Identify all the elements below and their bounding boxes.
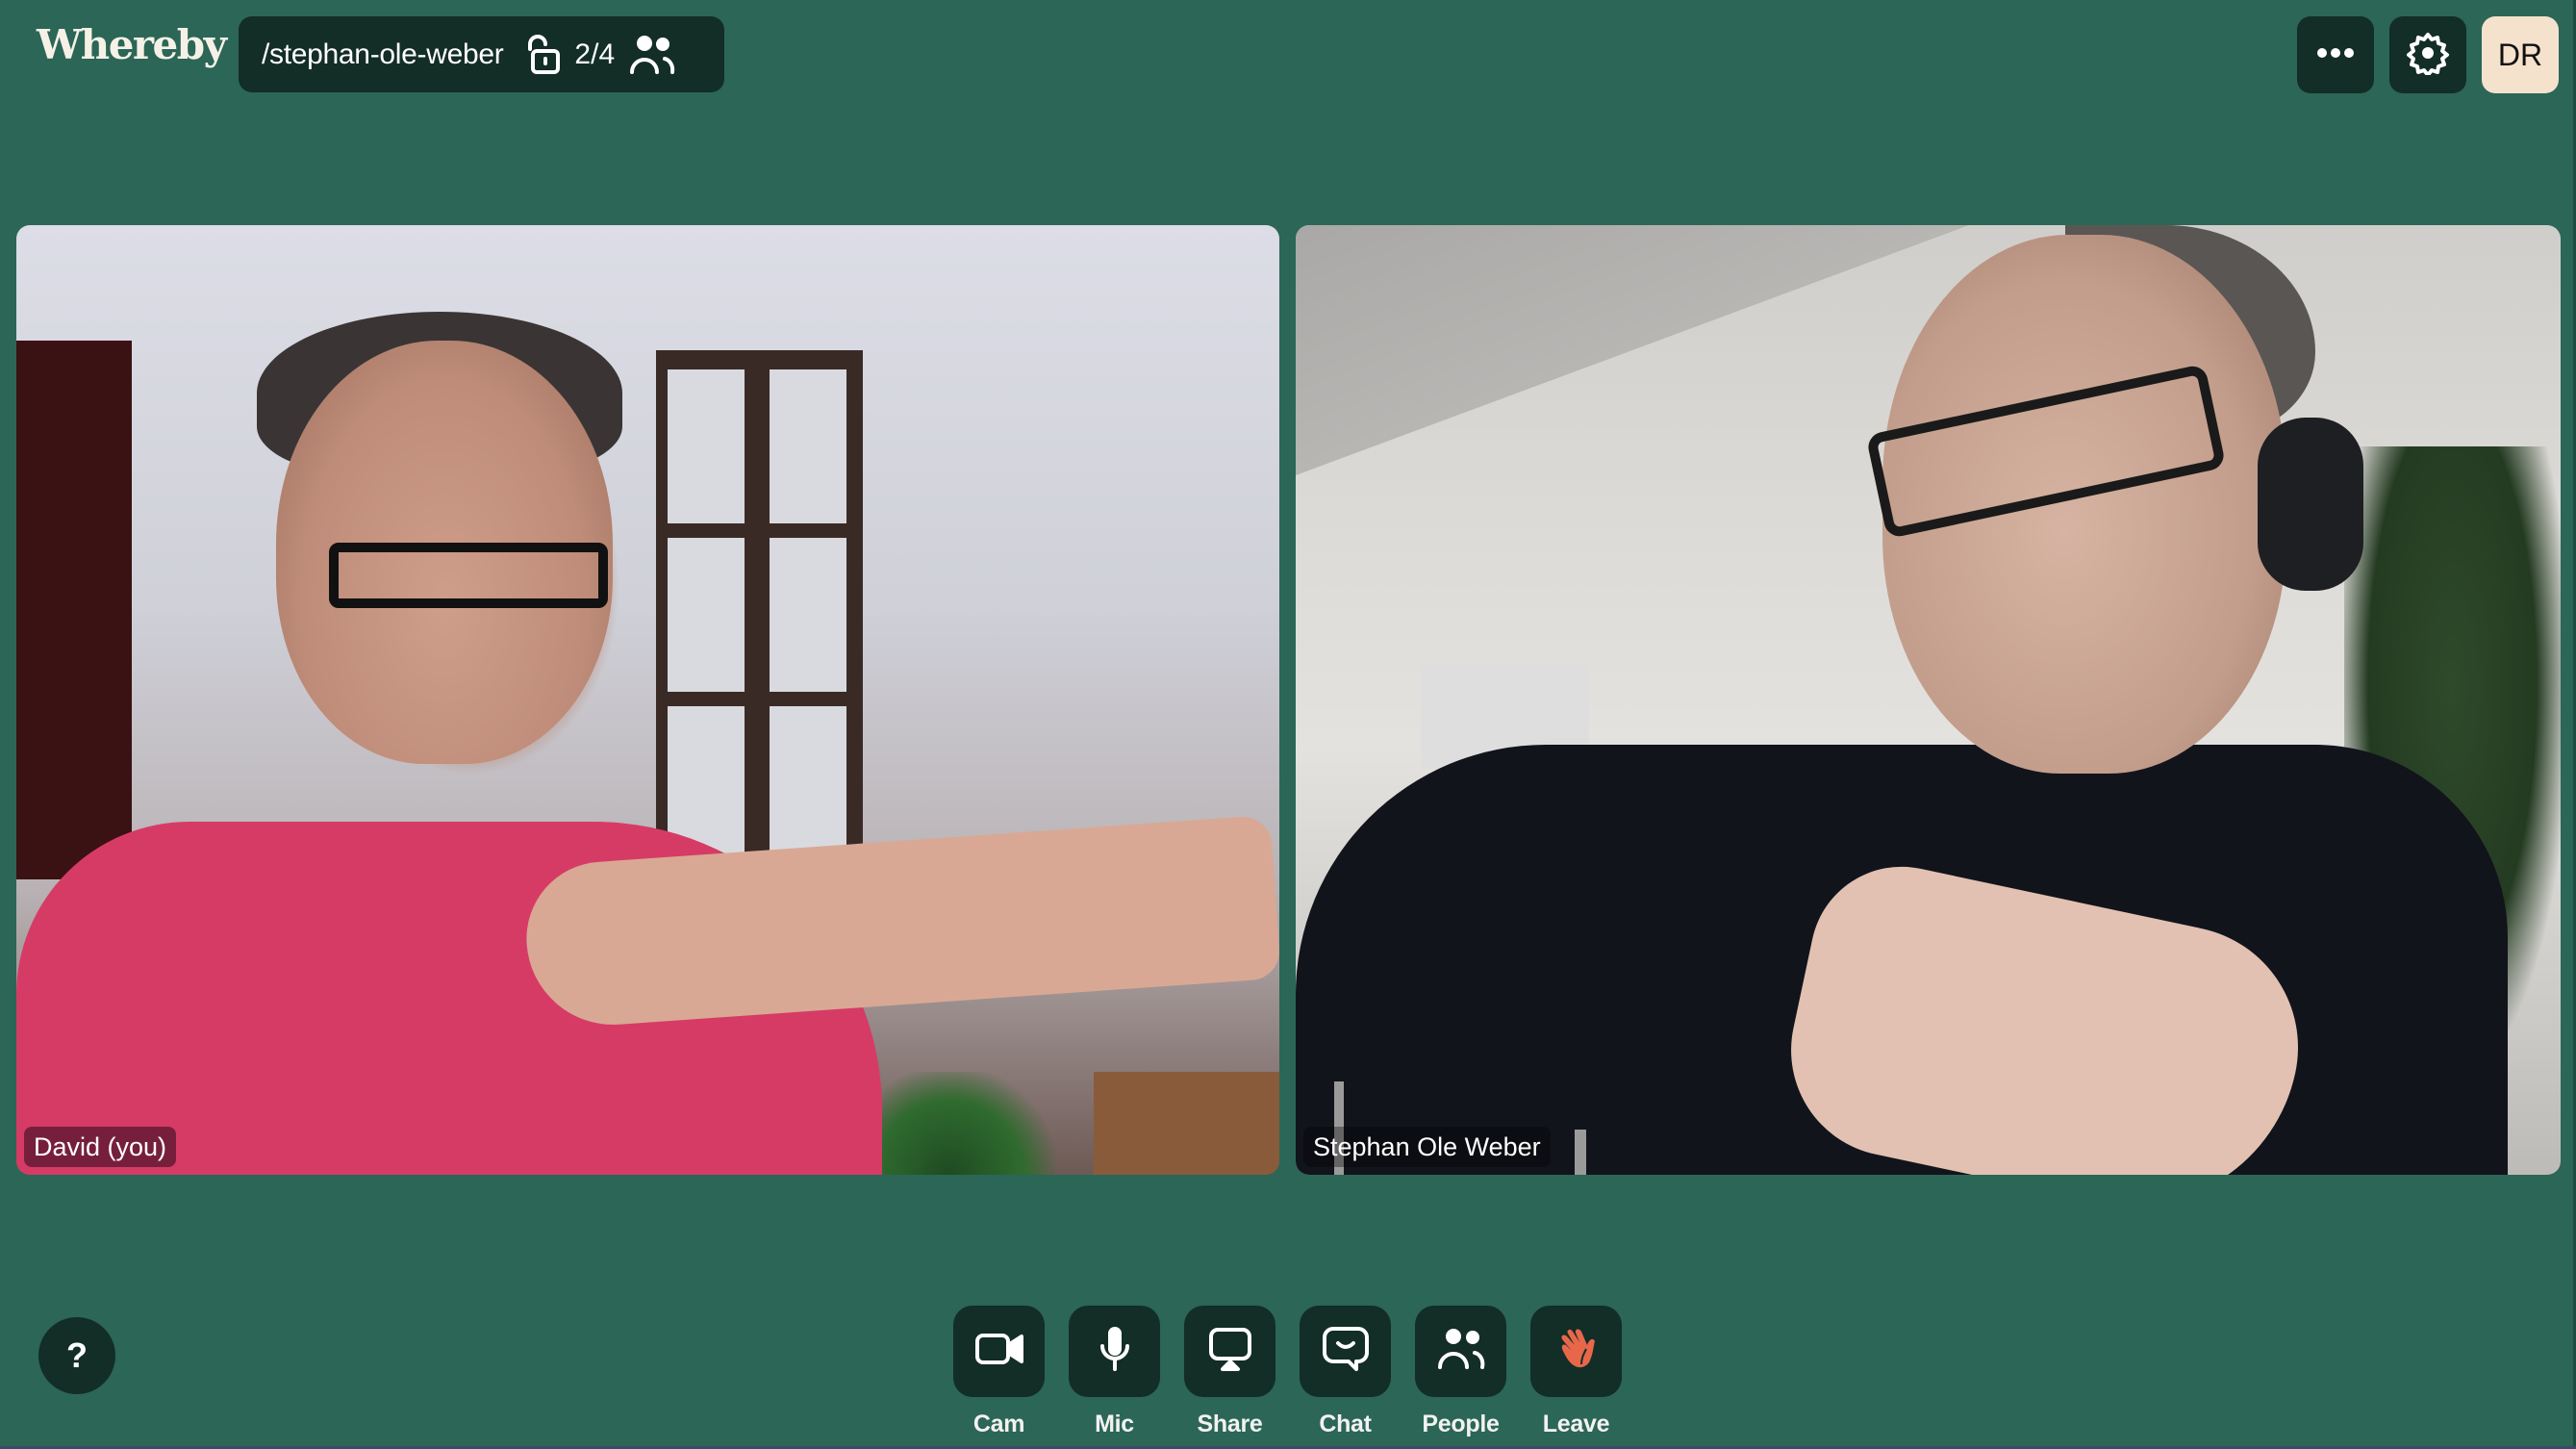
people-label: People: [1422, 1411, 1500, 1437]
gear-icon: [2406, 31, 2450, 80]
mic-button[interactable]: [1069, 1306, 1160, 1397]
waving-hand-icon: [1554, 1326, 1599, 1377]
room-info-pill[interactable]: /stephan-ole-weber 2/4: [239, 16, 724, 92]
unlocked-padlock-icon[interactable]: [524, 34, 561, 75]
chat-label: Chat: [1319, 1411, 1372, 1437]
leave-button[interactable]: [1530, 1306, 1622, 1397]
people-button[interactable]: [1415, 1306, 1506, 1397]
microphone-icon: [1099, 1325, 1131, 1378]
leave-label: Leave: [1542, 1411, 1610, 1437]
mic-label: Mic: [1095, 1411, 1134, 1437]
chat-control[interactable]: Chat: [1300, 1306, 1391, 1438]
cam-control[interactable]: Cam: [953, 1306, 1045, 1438]
user-avatar[interactable]: DR: [2482, 16, 2559, 93]
screen-share-icon: [1207, 1327, 1253, 1376]
people-icon[interactable]: [628, 34, 676, 76]
whereby-logo[interactable]: Whereby: [37, 21, 227, 68]
mic-control[interactable]: Mic: [1069, 1306, 1160, 1438]
chat-icon: [1322, 1326, 1370, 1377]
camera-icon: [974, 1333, 1024, 1370]
share-button[interactable]: [1184, 1306, 1275, 1397]
video-tile-self[interactable]: David (you): [16, 225, 1279, 1175]
settings-button[interactable]: [2389, 16, 2466, 93]
cam-label: Cam: [972, 1411, 1025, 1437]
cam-button[interactable]: [953, 1306, 1045, 1397]
chat-button[interactable]: [1300, 1306, 1391, 1397]
room-name: /stephan-ole-weber: [262, 38, 504, 70]
more-options-button[interactable]: [2297, 16, 2374, 93]
participant-name-tag: David (you): [24, 1127, 177, 1167]
video-tile-remote[interactable]: Stephan Ole Weber: [1296, 225, 2561, 1175]
share-control[interactable]: Share: [1184, 1306, 1275, 1438]
people-icon: [1436, 1327, 1486, 1376]
more-horizontal-icon: [2316, 46, 2355, 64]
leave-control[interactable]: Leave: [1530, 1306, 1622, 1438]
participant-name-tag: Stephan Ole Weber: [1303, 1127, 1551, 1167]
people-control[interactable]: People: [1415, 1306, 1506, 1438]
participant-count: 2/4: [574, 38, 616, 70]
share-label: Share: [1197, 1411, 1263, 1437]
call-controls-toolbar: Cam Mic Share Chat People Leave: [953, 1306, 1622, 1438]
help-button[interactable]: ?: [38, 1317, 115, 1394]
